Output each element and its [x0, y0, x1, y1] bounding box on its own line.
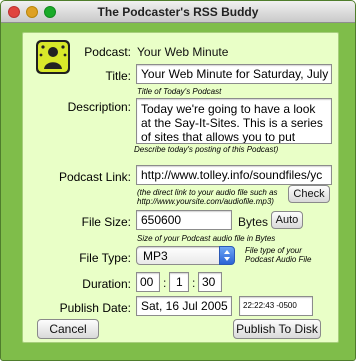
cancel-button[interactable]: Cancel — [37, 319, 99, 339]
description-textarea[interactable]: Today we're going to have a look at the … — [136, 98, 332, 144]
description-label: Description: — [67, 100, 131, 114]
publish-date-label: Publish Date: — [59, 301, 131, 315]
duration-hours-input[interactable]: 00 — [136, 272, 160, 292]
duration-separator-2: : — [192, 276, 196, 290]
publish-time-input[interactable]: 22:22:43 -0500 — [239, 296, 313, 316]
file-size-input[interactable]: 650600 — [136, 210, 232, 230]
publish-date-input[interactable]: Sat, 16 Jul 2005 — [136, 296, 232, 316]
title-input[interactable]: Your Web Minute for Saturday, July 1 — [136, 64, 332, 84]
close-window-icon[interactable] — [8, 6, 20, 18]
auto-size-button[interactable]: Auto — [271, 211, 303, 229]
title-hint: Title of Today's Podcast — [137, 87, 222, 96]
form-panel: Podcast: Your Web Minute Title: Your Web… — [22, 32, 339, 343]
window-title: The Podcaster's RSS Buddy — [97, 5, 259, 19]
title-bar: The Podcaster's RSS Buddy — [1, 1, 355, 23]
file-size-hint: Size of your Podcast audio file in Bytes — [137, 234, 276, 243]
podcast-label: Podcast: — [84, 45, 131, 59]
link-input[interactable]: http://www.tolley.info/soundfiles/yc — [136, 165, 332, 185]
file-type-hint-line1: File type of your — [245, 246, 302, 255]
file-size-label: File Size: — [81, 215, 131, 229]
file-type-value: MP3 — [143, 249, 168, 263]
publish-to-disk-button[interactable]: Publish To Disk — [233, 319, 321, 339]
duration-separator-1: : — [163, 276, 167, 290]
updown-arrows-icon[interactable] — [219, 246, 235, 265]
link-hint-line2: http://www.yoursite.com/audiofile.mp3) — [137, 197, 274, 206]
zoom-window-icon[interactable] — [44, 6, 56, 18]
minimize-window-icon[interactable] — [26, 6, 38, 18]
duration-minutes-input[interactable]: 1 — [169, 272, 189, 292]
file-type-label: File Type: — [79, 251, 131, 265]
check-button[interactable]: Check — [288, 185, 330, 203]
app-window: The Podcaster's RSS Buddy Podcast: Your … — [0, 0, 356, 361]
link-label: Podcast Link: — [58, 170, 131, 184]
duration-label: Duration: — [82, 277, 131, 291]
podcast-name: Your Web Minute — [137, 45, 229, 59]
file-type-hint-line2: Podcast Audio File — [245, 255, 312, 264]
duration-seconds-input[interactable]: 30 — [198, 272, 222, 292]
description-hint: Describe today's posting of this Podcast… — [134, 145, 279, 154]
file-size-unit: Bytes — [238, 215, 269, 229]
link-hint-line1: (the direct link to your audio file such… — [137, 188, 278, 197]
title-label: Title: — [105, 69, 131, 83]
